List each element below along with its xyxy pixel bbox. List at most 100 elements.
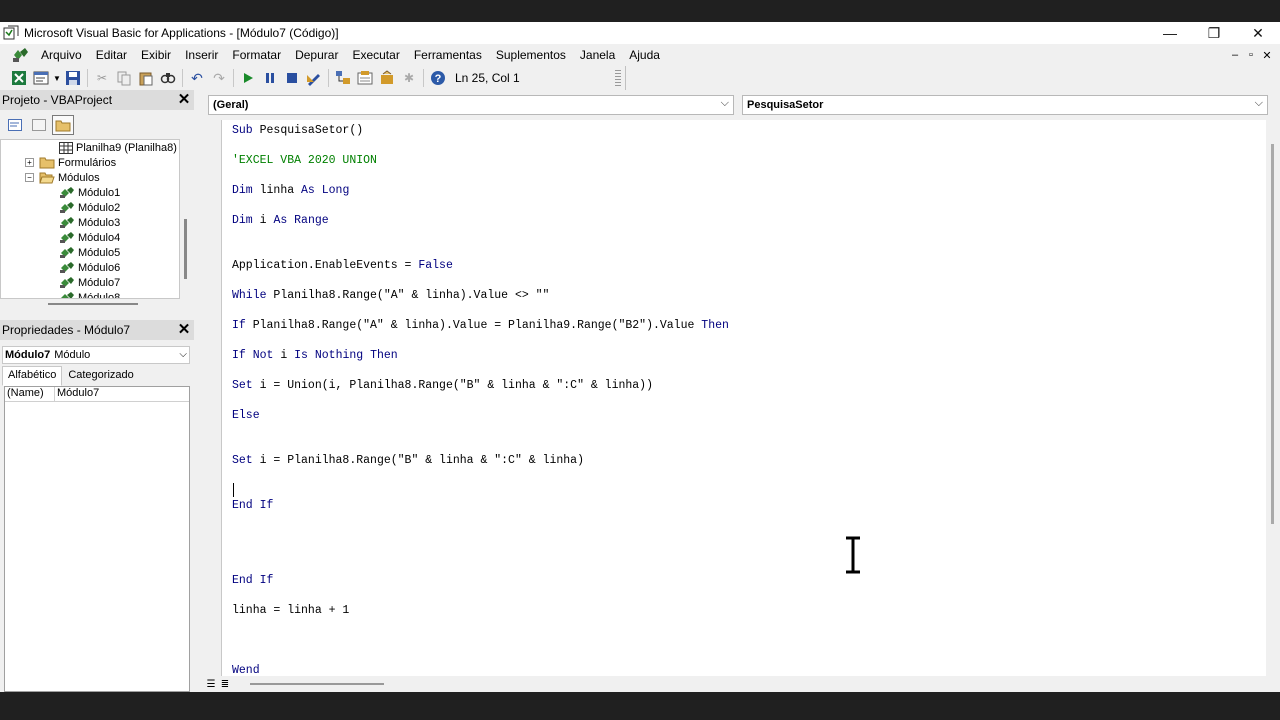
restore-button[interactable]: ❐ xyxy=(1192,22,1236,44)
menu-inserir[interactable]: Inserir xyxy=(178,44,225,66)
project-tree[interactable]: Planilha9 (Planilha8) + Formulários − Módulo… xyxy=(0,139,180,299)
paste-icon[interactable] xyxy=(135,67,157,89)
code-margin-indicator-bar[interactable] xyxy=(204,120,222,676)
help-icon[interactable]: ? xyxy=(427,67,449,89)
tree-item[interactable]: Módulo2 xyxy=(59,200,120,215)
tree-item[interactable]: Módulo5 xyxy=(59,245,120,260)
procedure-view-icon[interactable]: ☰ xyxy=(204,676,218,692)
code-line[interactable]: Wend xyxy=(232,664,260,676)
chevron-down-icon[interactable]: ⌵ xyxy=(1255,97,1263,110)
properties-close-button[interactable]: ✕ xyxy=(176,322,192,338)
code-line[interactable]: Sub PesquisaSetor() xyxy=(232,124,363,138)
minimize-button[interactable]: — xyxy=(1148,22,1192,44)
toolbar-grip[interactable] xyxy=(615,70,621,86)
excel-icon[interactable] xyxy=(8,67,30,89)
tree-item[interactable]: Módulo8 xyxy=(59,290,120,298)
copy-icon[interactable] xyxy=(113,67,135,89)
code-line[interactable]: If Not i Is Nothing Then xyxy=(232,349,398,363)
view-buttons: ☰ ≣ xyxy=(204,676,232,692)
menu-formatar[interactable]: Formatar xyxy=(225,44,288,66)
reset-icon[interactable] xyxy=(281,67,303,89)
cut-icon[interactable]: ✂ xyxy=(91,67,113,89)
menu-editar[interactable]: Editar xyxy=(89,44,134,66)
tree-item[interactable]: Módulo1 xyxy=(59,185,120,200)
code-line[interactable]: Set i = Union(i, Planilha8.Range("B" & l… xyxy=(232,379,653,393)
project-tree-vscroll[interactable] xyxy=(180,139,194,299)
code-line[interactable]: Application.EnableEvents = False xyxy=(232,259,453,273)
menu-suplementos[interactable]: Suplementos xyxy=(489,44,573,66)
run-icon[interactable] xyxy=(237,67,259,89)
menu-depurar[interactable]: Depurar xyxy=(288,44,345,66)
toolbox-icon[interactable]: ✱ xyxy=(398,67,420,89)
code-line[interactable]: End If xyxy=(232,574,273,588)
menu-ajuda[interactable]: Ajuda xyxy=(622,44,667,66)
object-combo[interactable]: (Geral) ⌵ xyxy=(208,95,734,115)
menu-exibir[interactable]: Exibir xyxy=(134,44,178,66)
save-icon[interactable] xyxy=(62,67,84,89)
tree-item[interactable]: + Formulários xyxy=(25,155,116,170)
redo-icon[interactable]: ↷ xyxy=(208,67,230,89)
ibeam-cursor-icon xyxy=(846,536,860,574)
code-hscroll-thumb[interactable] xyxy=(250,683,384,685)
code-line[interactable]: Dim i As Range xyxy=(232,214,329,228)
toolbar-separator xyxy=(87,69,88,87)
tree-item[interactable]: − Módulos xyxy=(25,170,100,185)
code-editor[interactable]: Sub PesquisaSetor() 'EXCEL VBA 2020 UNION… xyxy=(222,120,1266,676)
tree-item[interactable]: Módulo4 xyxy=(59,230,120,245)
view-object-icon[interactable] xyxy=(28,115,50,135)
code-line[interactable]: Else xyxy=(232,409,260,423)
project-tree-hscroll[interactable] xyxy=(0,299,194,309)
properties-object-select[interactable]: Módulo7 Módulo ⌵ xyxy=(2,346,190,364)
code-line[interactable]: Dim linha As Long xyxy=(232,184,349,198)
code-vscroll-thumb[interactable] xyxy=(1271,144,1274,524)
tab-categorizado[interactable]: Categorizado xyxy=(62,366,139,386)
undo-icon[interactable]: ↶ xyxy=(186,67,208,89)
object-combo-value: (Geral) xyxy=(213,99,249,111)
expand-icon[interactable]: + xyxy=(25,158,34,167)
close-button[interactable]: ✕ xyxy=(1236,22,1280,44)
property-row[interactable]: (Name) Módulo7 xyxy=(5,387,189,402)
tree-item-label: Formulários xyxy=(58,156,117,169)
chevron-down-icon[interactable]: ▼ xyxy=(52,67,62,89)
tab-alfabetico[interactable]: Alfabético xyxy=(2,366,63,386)
procedure-combo[interactable]: PesquisaSetor ⌵ xyxy=(742,95,1268,115)
code-hscroll[interactable]: ☰ ≣ xyxy=(204,676,1280,692)
project-explorer-icon[interactable] xyxy=(332,67,354,89)
chevron-down-icon[interactable]: ⌵ xyxy=(179,347,187,363)
menu-ferramentas[interactable]: Ferramentas xyxy=(407,44,489,66)
tree-item[interactable]: Planilha9 (Planilha8) xyxy=(59,140,177,155)
code-line[interactable]: While Planilha8.Range("A" & linha).Value… xyxy=(232,289,549,303)
project-tree-hscroll-thumb[interactable] xyxy=(48,303,138,305)
code-line[interactable]: If Planilha8.Range("A" & linha).Value = … xyxy=(232,319,729,333)
code-line[interactable]: End If xyxy=(232,499,273,513)
full-module-view-icon[interactable]: ≣ xyxy=(218,676,232,692)
collapse-icon[interactable]: − xyxy=(25,173,34,182)
chevron-down-icon[interactable]: ⌵ xyxy=(721,97,729,110)
menu-arquivo[interactable]: Arquivo xyxy=(34,44,89,66)
menu-janela[interactable]: Janela xyxy=(573,44,622,66)
tree-item[interactable]: Módulo7 xyxy=(59,275,120,290)
code-vscroll[interactable] xyxy=(1266,120,1280,676)
vba-menu-icon[interactable] xyxy=(10,46,30,64)
toolbar-separator xyxy=(423,69,424,87)
code-line[interactable]: 'EXCEL VBA 2020 UNION xyxy=(232,154,377,168)
find-icon[interactable] xyxy=(157,67,179,89)
object-browser-icon[interactable] xyxy=(376,67,398,89)
project-tree-vscroll-thumb[interactable] xyxy=(184,219,187,279)
menu-executar[interactable]: Executar xyxy=(345,44,406,66)
insert-module-icon[interactable] xyxy=(30,67,52,89)
design-mode-icon[interactable] xyxy=(303,67,325,89)
properties-panel-title-text: Propriedades - Módulo7 xyxy=(2,323,131,337)
view-code-icon[interactable] xyxy=(4,115,26,135)
toggle-folders-icon[interactable] xyxy=(52,115,74,135)
svg-text:?: ? xyxy=(435,73,442,85)
code-line[interactable]: Set i = Planilha8.Range("B" & linha & ":… xyxy=(232,454,584,468)
properties-icon[interactable] xyxy=(354,67,376,89)
tree-item[interactable]: Módulo3 xyxy=(59,215,120,230)
property-value[interactable]: Módulo7 xyxy=(55,387,99,401)
code-line[interactable]: linha = linha + 1 xyxy=(232,604,349,618)
mdi-close-button[interactable]: ✕ xyxy=(1258,44,1276,66)
break-icon[interactable] xyxy=(259,67,281,89)
tree-item[interactable]: Módulo6 xyxy=(59,260,120,275)
project-close-button[interactable]: ✕ xyxy=(176,92,192,108)
